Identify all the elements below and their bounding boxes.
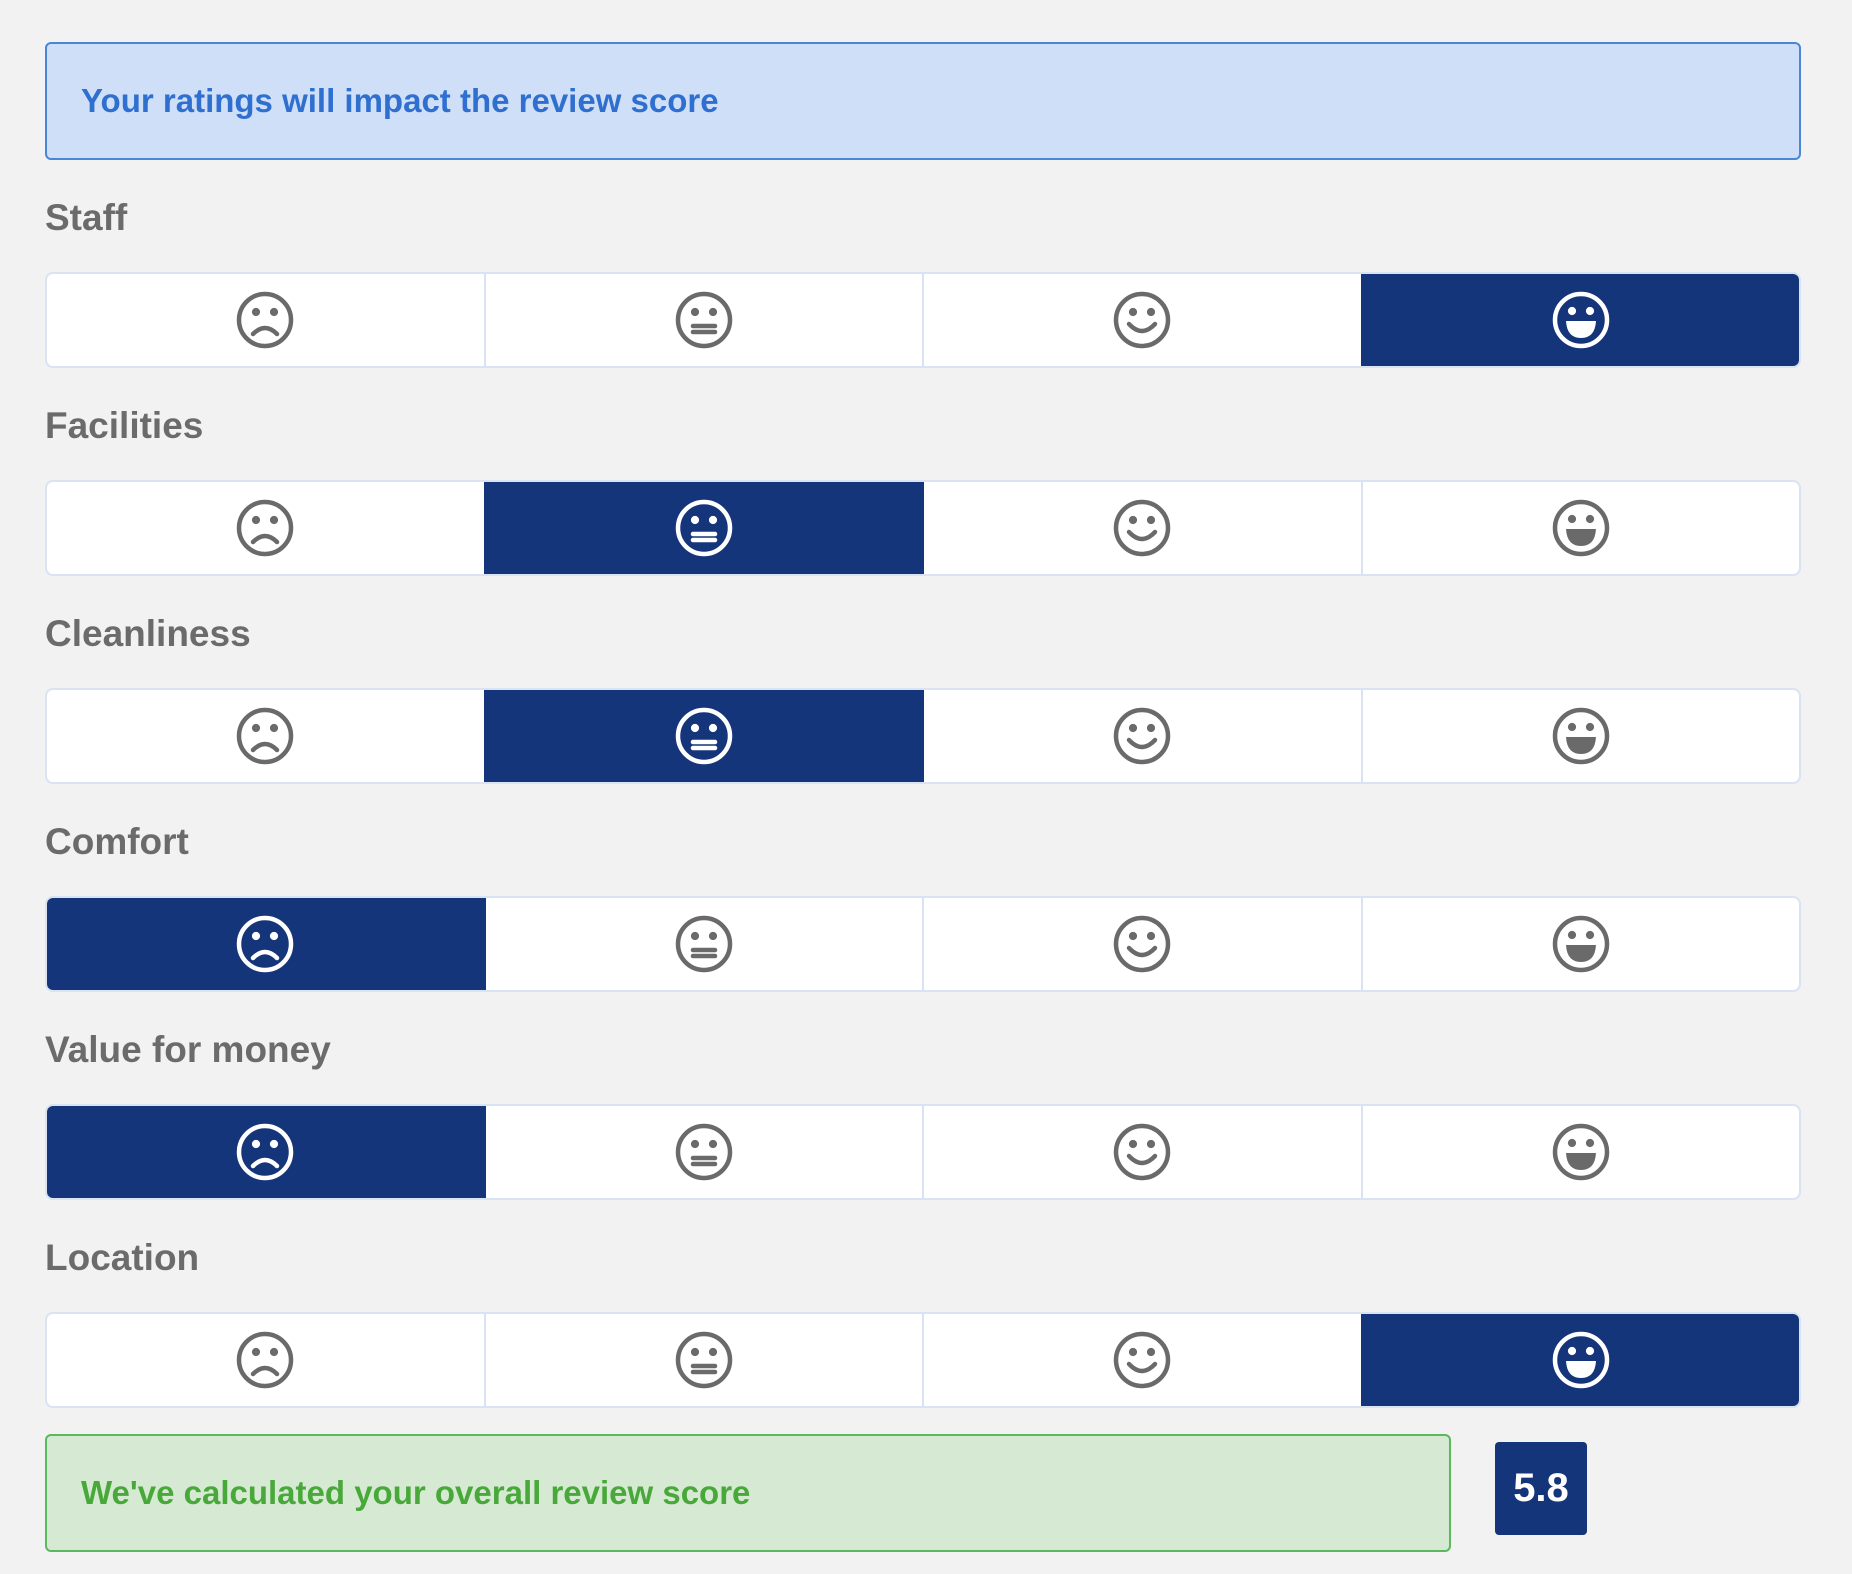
rating-option-sad-face[interactable] [47, 482, 484, 574]
rating-option-grin-face[interactable] [1360, 274, 1799, 366]
info-banner: Your ratings will impact the review scor… [45, 42, 1801, 160]
rating-option-neutral-face[interactable] [483, 898, 923, 990]
rating-option-sad-face[interactable] [47, 1106, 484, 1198]
rating-label: Location [45, 1237, 200, 1278]
rating-group-value-for-money: Value for money [45, 992, 1801, 1200]
sad-face-icon [235, 914, 295, 974]
sad-face-icon [235, 290, 295, 350]
rating-option-sad-face[interactable] [47, 274, 484, 366]
rating-option-neutral-face[interactable] [483, 1314, 923, 1406]
score-section: We've calculated your overall review sco… [45, 1434, 1801, 1552]
smile-face-icon [1112, 706, 1172, 766]
rating-label: Facilities [45, 405, 204, 446]
rating-option-grin-face[interactable] [1360, 482, 1800, 574]
rating-options [45, 1312, 1801, 1408]
sad-face-icon [235, 1122, 295, 1182]
rating-group-facilities: Facilities [45, 368, 1801, 576]
rating-option-sad-face[interactable] [47, 690, 484, 782]
rating-option-smile-face[interactable] [922, 274, 1361, 366]
rating-option-grin-face[interactable] [1360, 898, 1800, 990]
rating-options [45, 480, 1801, 576]
neutral-face-icon [674, 290, 734, 350]
smile-face-icon [1112, 1122, 1172, 1182]
rating-group-cleanliness: Cleanliness [45, 576, 1801, 784]
overall-score-value: 5.8 [1513, 1466, 1569, 1510]
neutral-face-icon [674, 1122, 734, 1182]
rating-option-neutral-face[interactable] [483, 690, 922, 782]
rating-option-grin-face[interactable] [1360, 1106, 1800, 1198]
rating-options [45, 896, 1801, 992]
sad-face-icon [235, 1330, 295, 1390]
overall-score-badge: 5.8 [1495, 1442, 1587, 1535]
sad-face-icon [235, 498, 295, 558]
rating-label: Comfort [45, 821, 189, 862]
smile-face-icon [1112, 914, 1172, 974]
rating-group-location: Location [45, 1200, 1801, 1408]
grin-face-icon [1551, 706, 1611, 766]
smile-face-icon [1112, 290, 1172, 350]
rating-option-smile-face[interactable] [922, 898, 1361, 990]
rating-option-grin-face[interactable] [1360, 690, 1800, 782]
neutral-face-icon [674, 1330, 734, 1390]
rating-group-comfort: Comfort [45, 784, 1801, 992]
grin-face-icon [1551, 498, 1611, 558]
rating-option-smile-face[interactable] [922, 1106, 1361, 1198]
neutral-face-icon [674, 498, 734, 558]
rating-option-neutral-face[interactable] [483, 482, 922, 574]
rating-option-sad-face[interactable] [47, 898, 484, 990]
rating-option-smile-face[interactable] [922, 1314, 1361, 1406]
grin-face-icon [1551, 1122, 1611, 1182]
rating-options [45, 688, 1801, 784]
rating-options [45, 272, 1801, 368]
rating-label: Staff [45, 197, 128, 238]
rating-option-neutral-face[interactable] [483, 1106, 923, 1198]
rating-option-grin-face[interactable] [1360, 1314, 1799, 1406]
neutral-face-icon [674, 914, 734, 974]
grin-face-icon [1551, 290, 1611, 350]
grin-face-icon [1551, 1330, 1611, 1390]
success-banner: We've calculated your overall review sco… [45, 1434, 1451, 1552]
rating-options [45, 1104, 1801, 1200]
ratings-list: Staff Facilities Cleanliness Comfort Value f… [45, 160, 1801, 1408]
rating-label: Cleanliness [45, 613, 251, 654]
neutral-face-icon [674, 706, 734, 766]
rating-option-smile-face[interactable] [922, 482, 1361, 574]
success-banner-text: We've calculated your overall review sco… [81, 1474, 751, 1511]
review-rating-form: Your ratings will impact the review scor… [45, 42, 1801, 1552]
grin-face-icon [1551, 914, 1611, 974]
rating-option-smile-face[interactable] [922, 690, 1361, 782]
sad-face-icon [235, 706, 295, 766]
rating-option-sad-face[interactable] [47, 1314, 484, 1406]
smile-face-icon [1112, 498, 1172, 558]
smile-face-icon [1112, 1330, 1172, 1390]
rating-label: Value for money [45, 1029, 331, 1070]
rating-option-neutral-face[interactable] [483, 274, 923, 366]
rating-group-staff: Staff [45, 160, 1801, 368]
info-banner-text: Your ratings will impact the review scor… [81, 82, 719, 119]
